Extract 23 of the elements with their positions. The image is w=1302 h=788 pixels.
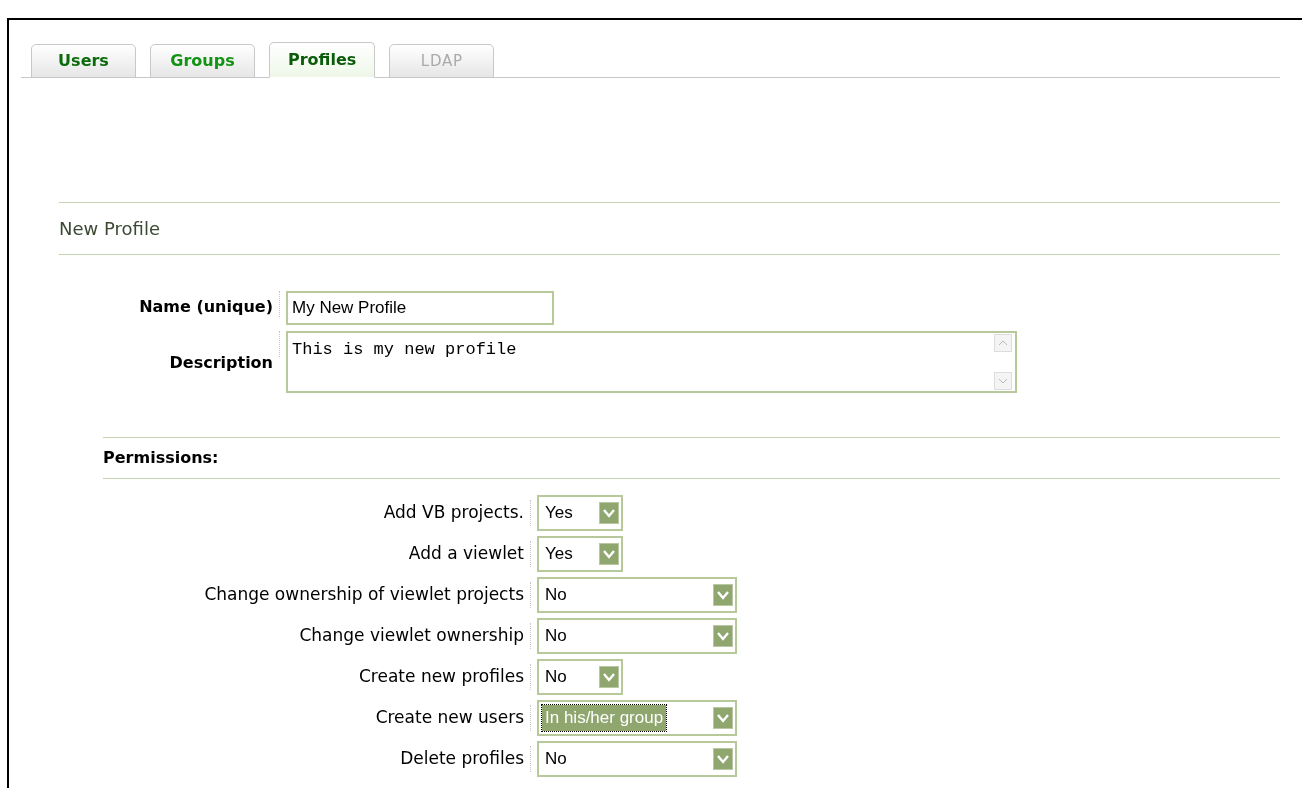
permission-label: Add VB projects. xyxy=(382,501,524,525)
permission-label: Change ownership of viewlet projects xyxy=(203,583,524,607)
field-label: Description xyxy=(168,352,273,374)
input-field[interactable]: My New Profile xyxy=(286,291,554,325)
permission-label: Add a viewlet xyxy=(407,542,524,566)
permission-label: Create new profiles xyxy=(358,665,524,689)
scrollbar-icon xyxy=(993,333,1015,391)
tab[interactable]: Users xyxy=(31,44,136,78)
text-area[interactable]: This is my new profile xyxy=(286,331,1017,393)
permission-label: Change viewlet ownership xyxy=(298,624,524,648)
permission-label: Create new users xyxy=(374,706,524,730)
tab[interactable]: Profiles xyxy=(269,42,376,78)
select-field[interactable]: No xyxy=(537,741,737,777)
select-field[interactable]: Yes xyxy=(537,495,623,531)
select-field[interactable]: No xyxy=(537,659,623,695)
select-field[interactable]: Yes xyxy=(537,536,623,572)
section-title: New Profile xyxy=(59,218,160,239)
permission-label: Delete profiles xyxy=(399,747,524,771)
select-field[interactable]: No xyxy=(537,618,737,654)
permissions-heading: Permissions: xyxy=(103,448,219,467)
select-field[interactable]: No xyxy=(537,577,737,613)
tab[interactable]: Groups xyxy=(150,44,255,78)
field-label: Name (unique) xyxy=(138,296,273,318)
